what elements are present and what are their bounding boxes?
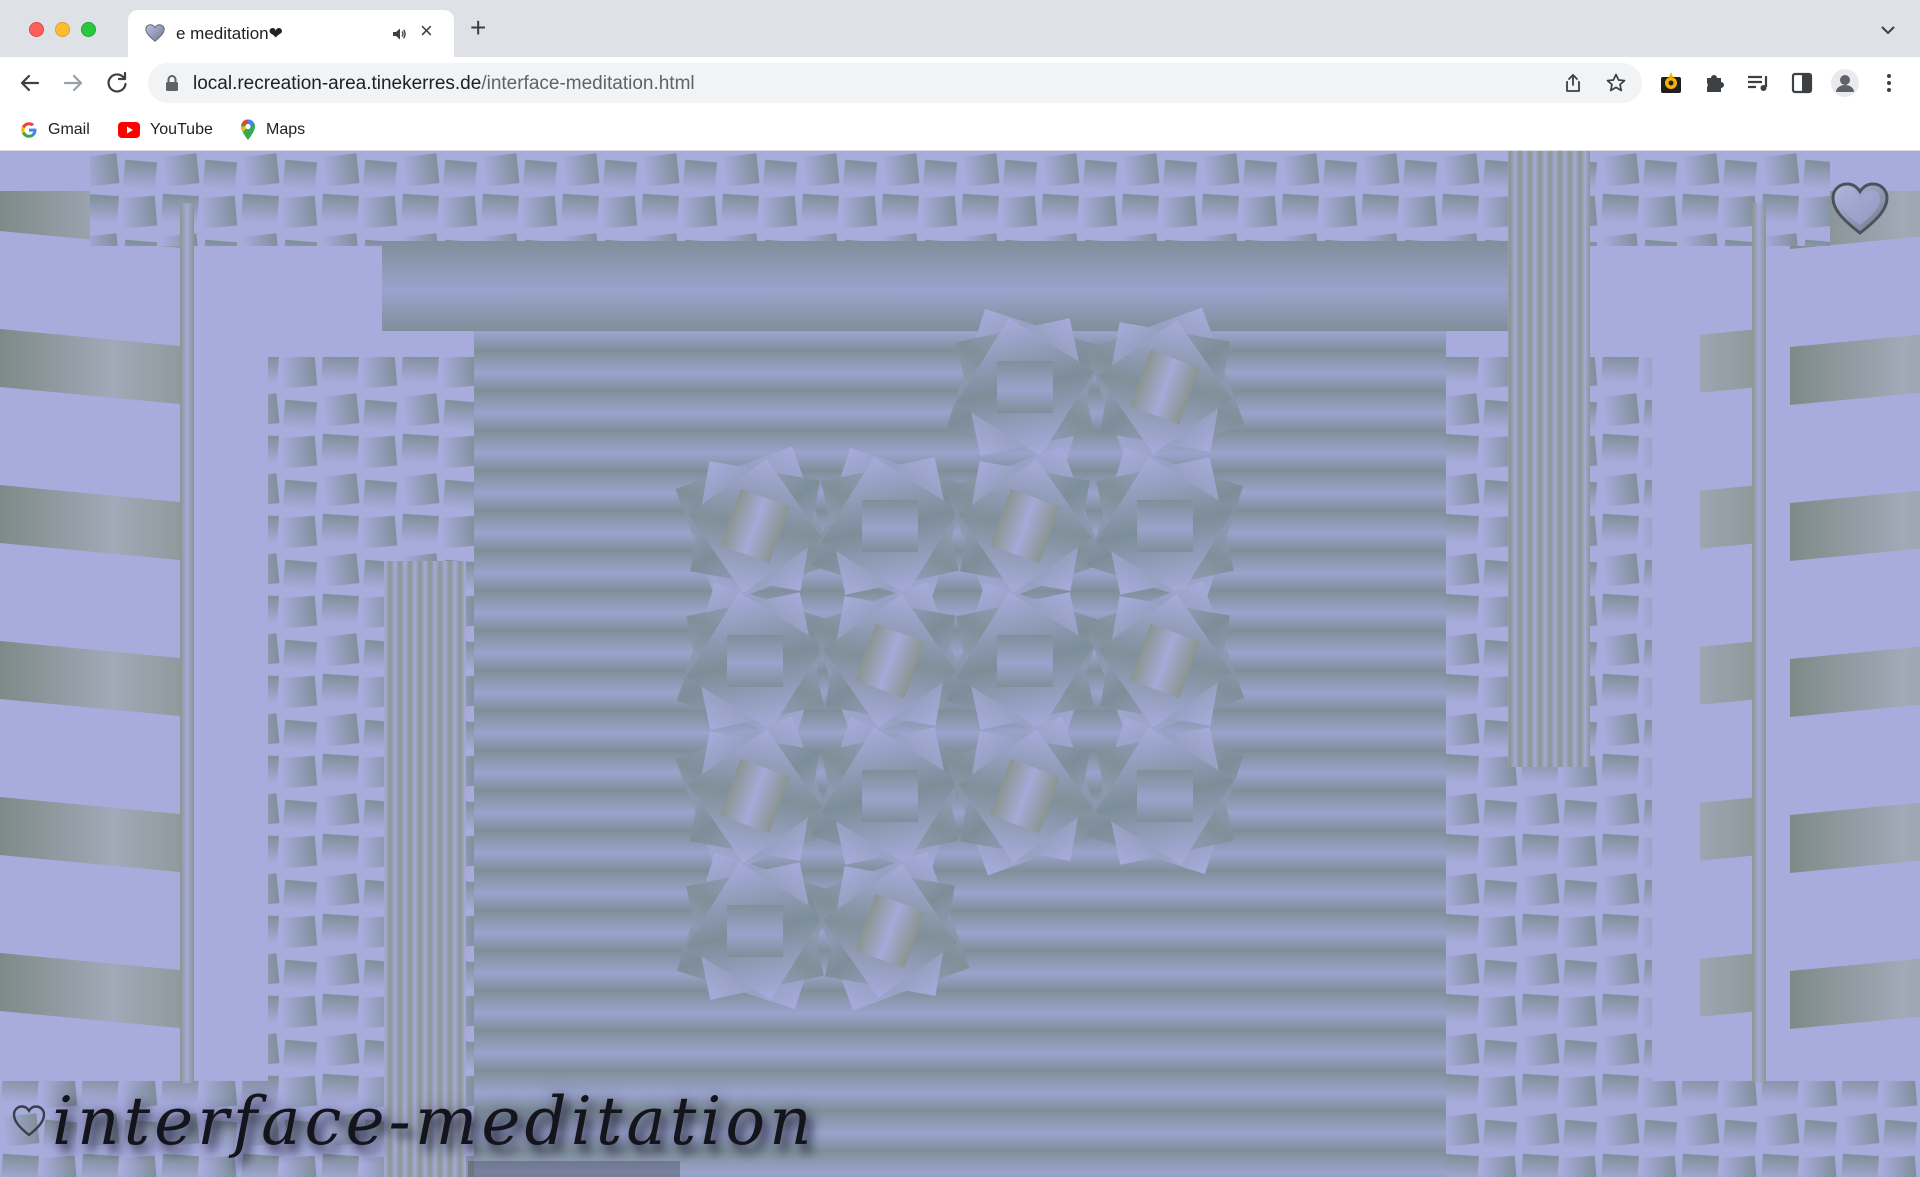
heart-outline-icon[interactable] [1830, 181, 1890, 237]
window-minimize-button[interactable] [55, 22, 70, 37]
window-maximize-button[interactable] [81, 22, 96, 37]
address-bar[interactable]: local.recreation-area.tinekerres.de/inte… [148, 63, 1642, 103]
speaker-icon[interactable] [391, 26, 407, 42]
tab-title: e meditation❤︎ [176, 24, 283, 43]
caption-text: interface-meditation [52, 1082, 816, 1160]
bookmark-maps[interactable]: Maps [240, 117, 305, 143]
youtube-icon [118, 122, 140, 138]
share-icon[interactable] [1562, 72, 1584, 94]
forward-arrow-icon[interactable] [57, 67, 89, 99]
url-path: /interface-meditation.html [481, 73, 695, 94]
heart-favicon-icon [145, 24, 165, 42]
lock-icon[interactable] [164, 74, 180, 92]
bookmark-label: Gmail [48, 121, 90, 138]
meditation-artwork [0, 151, 1920, 1177]
window-close-button[interactable] [29, 22, 44, 37]
page-viewport: interface-meditation [0, 151, 1920, 1177]
puzzle-icon[interactable] [1700, 68, 1730, 98]
bookmark-label: YouTube [150, 121, 213, 138]
new-tab-button[interactable]: + [470, 14, 486, 42]
browser-chrome: e meditation❤︎ × + local.recreation-area… [0, 0, 1920, 151]
bookmark-label: Maps [266, 121, 306, 138]
page-caption: interface-meditation [12, 1071, 816, 1171]
side-panel-icon[interactable] [1787, 68, 1817, 98]
url-host: local.recreation-area.tinekerres.de [193, 73, 482, 94]
extension-badge-icon[interactable] [1656, 68, 1686, 98]
bookmarks-bar: Gmail YouTube Maps [0, 109, 1920, 151]
browser-tab[interactable]: e meditation❤︎ × [128, 10, 454, 57]
maps-icon [241, 119, 255, 140]
bookmark-star-icon[interactable] [1605, 72, 1627, 94]
heart-outline-icon[interactable] [12, 1104, 46, 1138]
media-queue-icon[interactable] [1743, 68, 1773, 98]
browser-toolbar: local.recreation-area.tinekerres.de/inte… [0, 57, 1920, 109]
google-icon [21, 122, 37, 138]
bookmark-youtube[interactable]: YouTube [118, 117, 213, 143]
chevron-down-icon[interactable] [1878, 20, 1898, 40]
url-text[interactable]: local.recreation-area.tinekerres.de/inte… [193, 73, 695, 95]
back-arrow-icon[interactable] [14, 67, 46, 99]
tab-close-button[interactable]: × [420, 20, 433, 42]
tab-strip: e meditation❤︎ × + [0, 0, 1920, 57]
bookmark-gmail[interactable]: Gmail [20, 117, 90, 143]
reload-icon[interactable] [101, 67, 133, 99]
kebab-menu-icon[interactable] [1874, 68, 1904, 98]
profile-avatar-icon[interactable] [1830, 68, 1860, 98]
